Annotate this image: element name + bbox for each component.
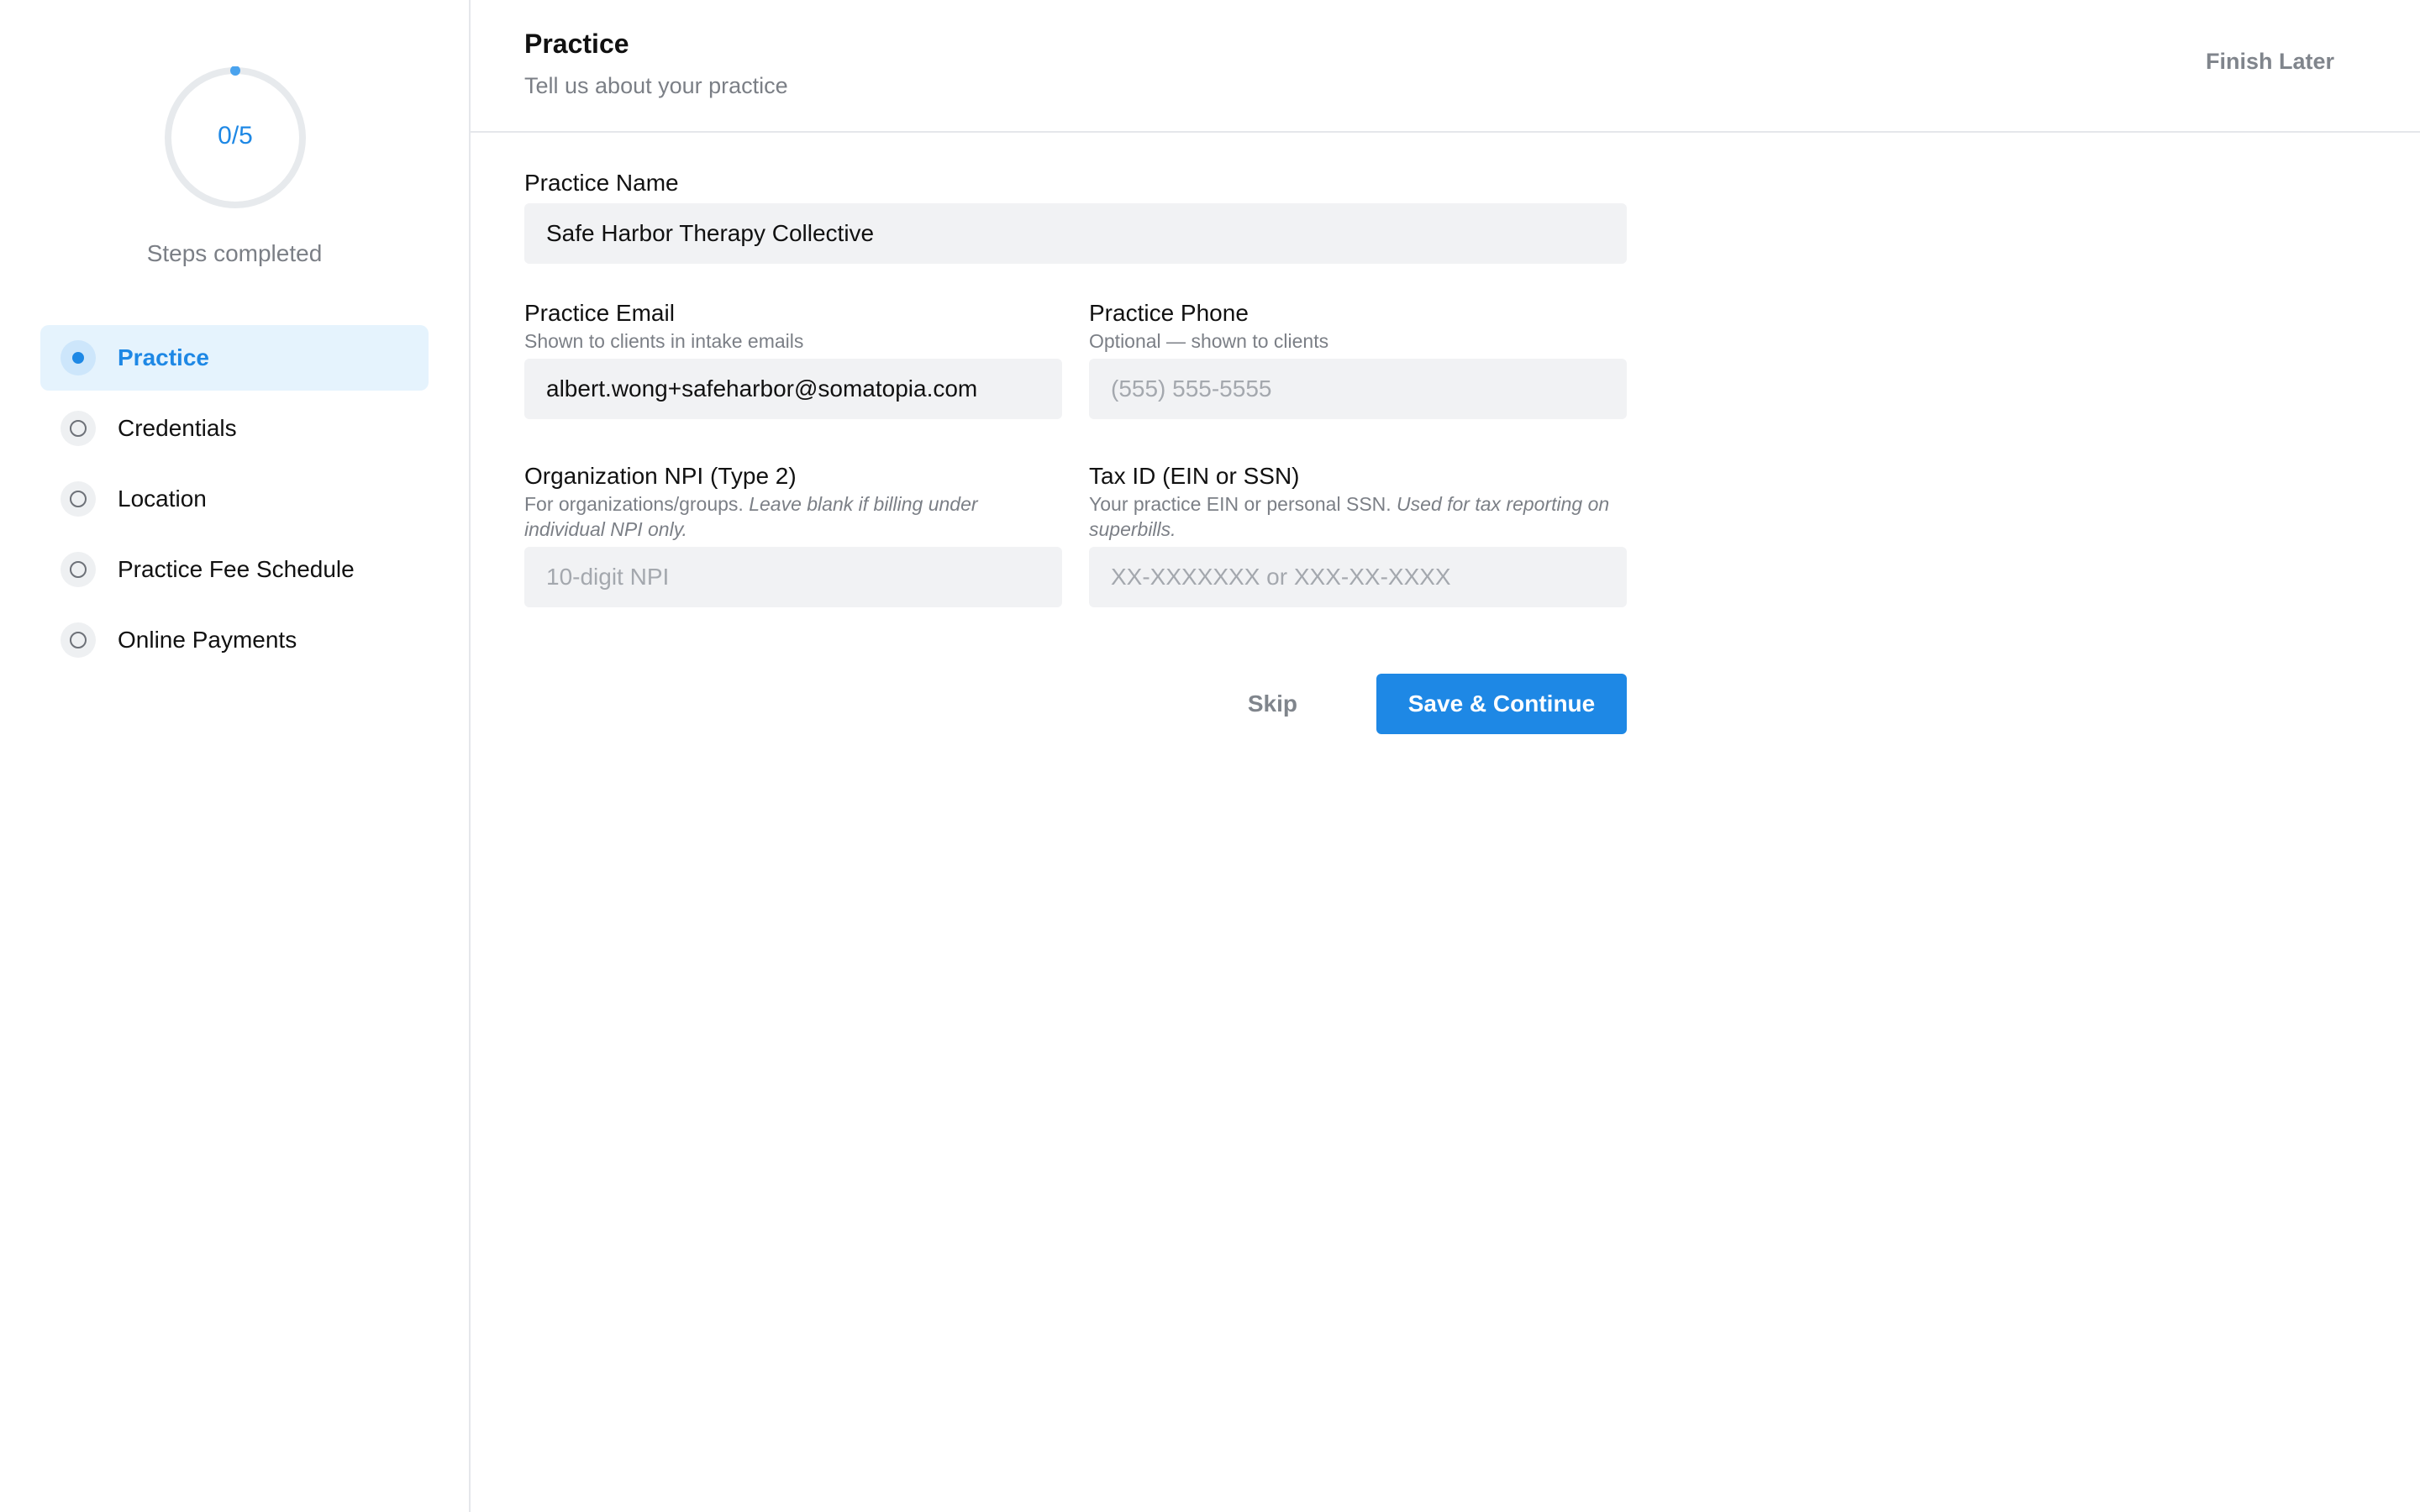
step-pending-circle-icon bbox=[60, 481, 96, 517]
page-header: Practice Tell us about your practice Fin… bbox=[471, 0, 2420, 133]
organization-npi-input[interactable] bbox=[524, 547, 1062, 607]
tax-id-input[interactable] bbox=[1089, 547, 1627, 607]
practice-name-label: Practice Name bbox=[524, 170, 679, 196]
practice-email-input[interactable] bbox=[524, 359, 1062, 419]
onboarding-app: 0/5 Steps completed Practice Credentials… bbox=[0, 0, 2420, 1512]
step-pending-circle-icon bbox=[60, 411, 96, 446]
step-pending-circle-icon bbox=[60, 622, 96, 658]
practice-phone-field: Practice Phone Optional — shown to clien… bbox=[1089, 298, 1627, 419]
step-pending-circle-icon bbox=[60, 552, 96, 587]
step-item-practice-fee-schedule[interactable]: Practice Fee Schedule bbox=[40, 537, 429, 602]
practice-email-label: Practice Email bbox=[524, 300, 675, 326]
sidebar: 0/5 Steps completed Practice Credentials… bbox=[0, 0, 471, 1512]
form-actions: Skip Save & Continue bbox=[524, 674, 1627, 734]
practice-phone-hint: Optional — shown to clients bbox=[1089, 330, 1329, 352]
step-label: Practice Fee Schedule bbox=[118, 556, 355, 582]
step-item-location[interactable]: Location bbox=[40, 466, 429, 532]
practice-email-hint: Shown to clients in intake emails bbox=[524, 330, 804, 352]
progress-caption: Steps completed bbox=[146, 240, 323, 266]
finish-later-button[interactable]: Finish Later bbox=[2206, 49, 2334, 75]
page-subtitle: Tell us about your practice bbox=[524, 73, 788, 98]
practice-email-field: Practice Email Shown to clients in intak… bbox=[524, 298, 1062, 419]
step-active-dot-icon bbox=[60, 340, 96, 375]
skip-button[interactable]: Skip bbox=[1229, 674, 1316, 734]
organization-npi-hint: For organizations/groups. Leave blank if… bbox=[524, 491, 1062, 542]
step-label: Online Payments bbox=[118, 627, 297, 653]
step-item-online-payments[interactable]: Online Payments bbox=[40, 607, 429, 673]
practice-phone-label: Practice Phone bbox=[1089, 300, 1249, 326]
organization-npi-label: Organization NPI (Type 2) bbox=[524, 463, 797, 489]
page-title: Practice bbox=[524, 29, 629, 59]
step-item-credentials[interactable]: Credentials bbox=[40, 396, 429, 461]
tax-id-hint-text: Your practice EIN or personal SSN. bbox=[1089, 493, 1392, 515]
progress-ring: 0/5 bbox=[164, 66, 307, 209]
step-item-practice[interactable]: Practice bbox=[40, 325, 429, 391]
organization-npi-field: Organization NPI (Type 2) For organizati… bbox=[524, 461, 1062, 607]
tax-id-hint: Your practice EIN or personal SSN. Used … bbox=[1089, 491, 1627, 542]
tax-id-label: Tax ID (EIN or SSN) bbox=[1089, 463, 1300, 489]
practice-name-field: Practice Name bbox=[524, 168, 1627, 264]
practice-name-input[interactable] bbox=[524, 203, 1627, 264]
progress-count: 0/5 bbox=[218, 122, 253, 150]
tax-id-field: Tax ID (EIN or SSN) Your practice EIN or… bbox=[1089, 461, 1627, 607]
step-label: Practice bbox=[118, 344, 209, 370]
save-continue-button[interactable]: Save & Continue bbox=[1376, 674, 1627, 734]
practice-phone-input[interactable] bbox=[1089, 359, 1627, 419]
step-list: Practice Credentials Location Practice F… bbox=[40, 325, 429, 678]
step-label: Credentials bbox=[118, 415, 237, 441]
organization-npi-hint-text: For organizations/groups. bbox=[524, 493, 744, 515]
step-label: Location bbox=[118, 486, 207, 512]
